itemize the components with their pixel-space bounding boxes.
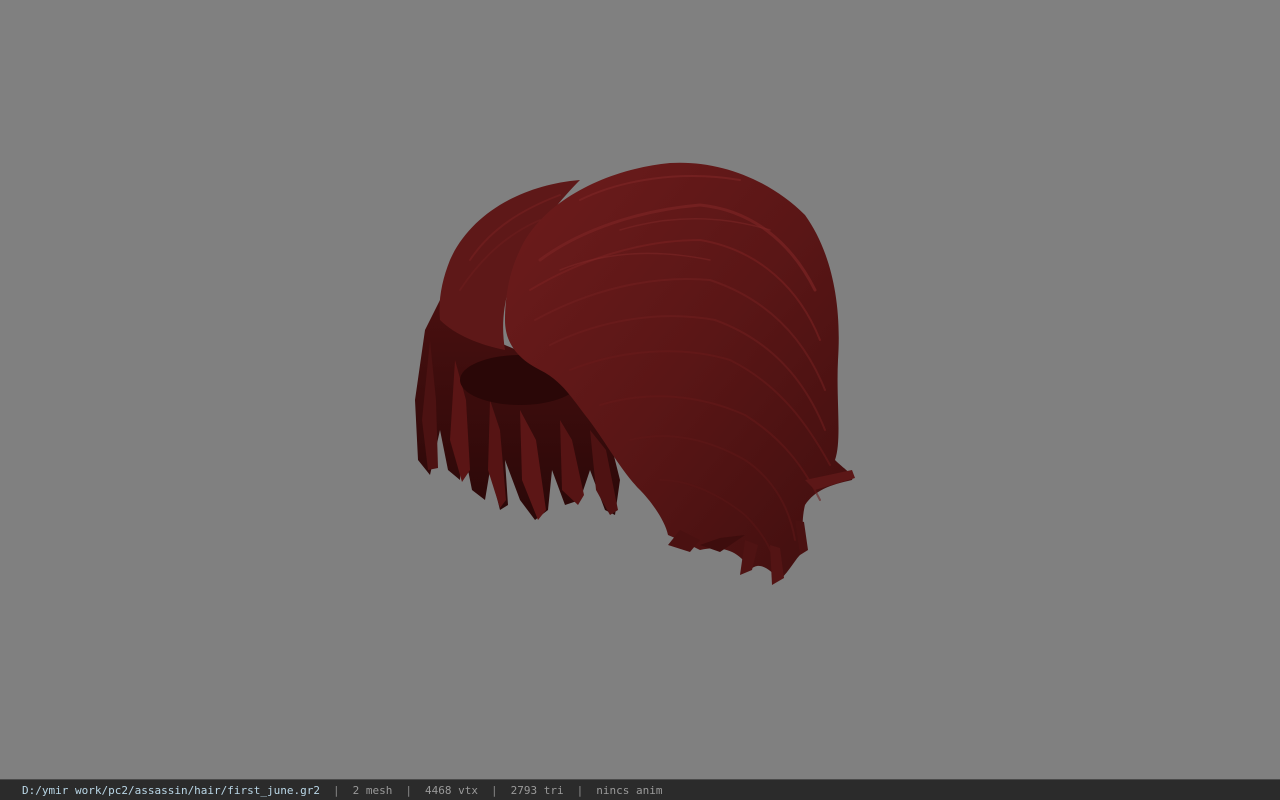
mesh-count: 2 mesh <box>352 783 393 797</box>
status-bar: D:/ymir work/pc2/assassin/hair/first_jun… <box>0 779 1280 800</box>
hair-main-mass <box>505 162 853 580</box>
separator: | <box>405 783 413 797</box>
3d-viewport[interactable] <box>0 0 1280 779</box>
separator: | <box>333 783 340 797</box>
vertex-count: 4468 vtx <box>425 783 478 797</box>
triangle-count: 2793 tri <box>510 783 564 797</box>
file-path: D:/ymir work/pc2/assassin/hair/first_jun… <box>22 783 321 797</box>
hair-model-render <box>415 162 855 585</box>
separator: | <box>576 783 584 797</box>
separator: | <box>491 783 498 797</box>
animation-status: nincs anim <box>596 783 663 797</box>
